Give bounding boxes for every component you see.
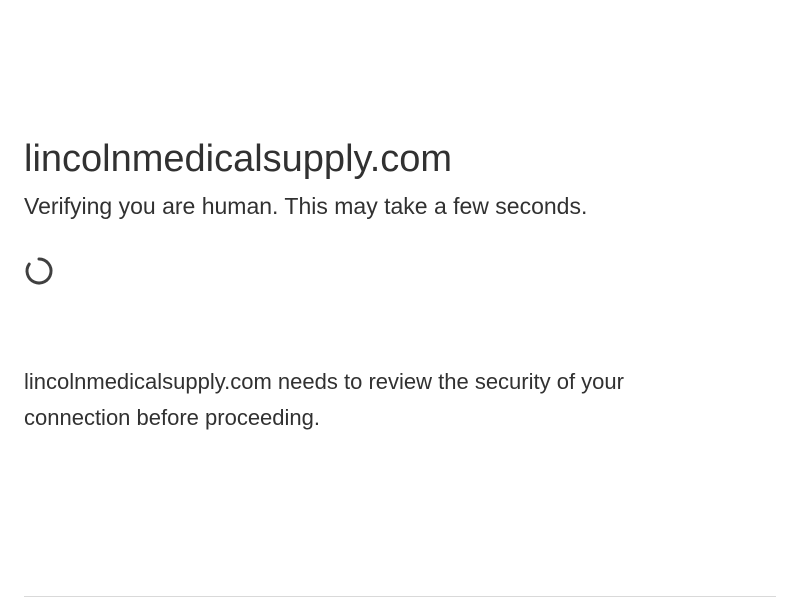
spinner-graphic bbox=[25, 257, 53, 285]
security-description: lincolnmedicalsupply.com needs to review… bbox=[24, 369, 624, 430]
challenge-page: lincolnmedicalsupply.com Verifying you a… bbox=[0, 0, 800, 600]
verification-message: Verifying you are human. This may take a… bbox=[24, 193, 588, 219]
loading-spinner-icon bbox=[24, 256, 54, 286]
footer-divider bbox=[24, 596, 776, 597]
site-title: lincolnmedicalsupply.com bbox=[24, 138, 453, 180]
